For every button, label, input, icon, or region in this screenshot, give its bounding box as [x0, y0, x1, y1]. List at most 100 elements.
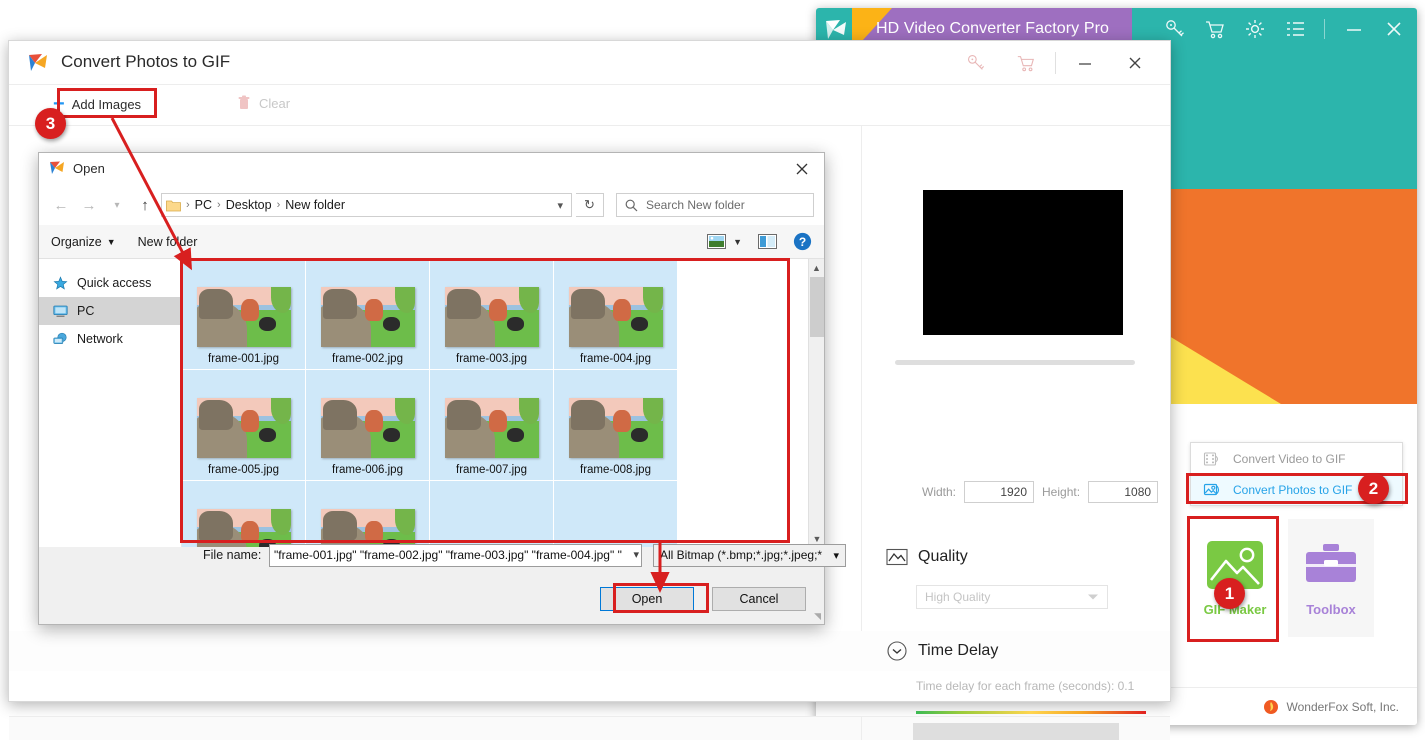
file-item[interactable]	[554, 481, 677, 547]
cart-icon[interactable]	[1204, 18, 1226, 40]
titlebar-separator	[1324, 19, 1325, 39]
width-input[interactable]: 1920	[964, 481, 1035, 503]
footer-copyright: WonderFox Soft, Inc.	[1286, 699, 1400, 714]
new-folder-label: New folder	[137, 234, 198, 249]
breadcrumb[interactable]: › PC › Desktop › New folder ▾	[161, 193, 572, 217]
scrollbar-thumb[interactable]	[810, 277, 824, 337]
cancel-button[interactable]: Cancel	[712, 587, 806, 611]
file-item[interactable]: frame-002.jpg	[306, 259, 429, 369]
sidebar-item-quick-access[interactable]: Quick access	[39, 269, 181, 297]
create-gif-button[interactable]: Create GIF	[913, 722, 1119, 740]
clear-button[interactable]: Clear	[237, 95, 290, 111]
time-delay-heading: Time Delay	[918, 642, 999, 659]
file-name-label: frame-004.jpg	[580, 353, 651, 365]
sidebar-item-pc[interactable]: PC	[39, 297, 181, 325]
quality-select[interactable]: High Quality	[916, 585, 1108, 609]
breadcrumb-item-new-folder[interactable]: New folder	[285, 198, 345, 212]
chevron-down-icon: ▼	[106, 236, 116, 247]
search-input[interactable]: Search New folder	[616, 193, 814, 217]
file-item[interactable]: frame-001.jpg	[182, 259, 305, 369]
organize-button[interactable]: Organize ▼	[51, 235, 116, 249]
clear-label: Clear	[259, 95, 291, 111]
preview-slider[interactable]	[895, 360, 1135, 365]
file-thumbnail	[568, 398, 663, 458]
preview-pane-icon[interactable]	[758, 234, 777, 249]
open-button[interactable]: Open	[600, 587, 694, 611]
help-icon[interactable]: ?	[793, 232, 812, 251]
app-logo-icon	[50, 161, 64, 174]
file-list[interactable]: frame-001.jpg frame-002.jpg frame-003.jpg f…	[182, 259, 824, 547]
up-icon[interactable]: ↑	[133, 193, 157, 217]
back-icon[interactable]: ←	[49, 193, 73, 217]
organize-label: Organize	[51, 234, 102, 249]
key-icon[interactable]	[1164, 18, 1186, 40]
network-icon	[53, 332, 67, 344]
recent-locations-icon[interactable]: ▾	[105, 193, 129, 217]
svg-text:?: ?	[799, 235, 806, 249]
chevron-down-icon[interactable]: ▾	[633, 548, 639, 561]
add-images-label: Add Images	[71, 96, 142, 112]
file-list-scrollbar[interactable]: ▲ ▼	[808, 259, 824, 547]
breadcrumb-item-pc[interactable]: PC	[195, 198, 212, 212]
file-item[interactable]: frame-008.jpg	[554, 370, 677, 480]
clock-chevron-icon	[887, 641, 907, 661]
file-item[interactable]	[430, 481, 553, 547]
app-logo-icon	[29, 54, 47, 71]
file-item[interactable]: frame-006.jpg	[306, 370, 429, 480]
time-delay-section-header: Time Delay	[886, 640, 998, 662]
file-name-input[interactable]: "frame-001.jpg" "frame-002.jpg" "frame-0…	[269, 543, 642, 567]
file-type-select[interactable]: All Bitmap (*.bmp;*.jpg;*.jpeg;* ▾	[653, 543, 846, 567]
file-name-label: File name:	[203, 548, 262, 562]
scroll-up-icon[interactable]: ▲	[809, 259, 824, 276]
file-thumbnail	[568, 287, 663, 347]
close-dialog-button[interactable]	[780, 153, 824, 185]
resize-grip[interactable]: ◥	[814, 611, 821, 622]
minimize-button[interactable]	[1060, 41, 1110, 85]
file-item[interactable]: frame-005.jpg	[182, 370, 305, 480]
gear-icon[interactable]	[1244, 18, 1266, 40]
time-delay-slider[interactable]	[916, 711, 1146, 714]
minimize-icon[interactable]	[1343, 18, 1365, 40]
view-icon[interactable]	[707, 234, 727, 249]
file-item[interactable]: frame-010.jpg	[306, 481, 429, 547]
width-label: Width:	[922, 485, 957, 499]
monitor-icon	[53, 305, 68, 317]
file-name-label: frame-007.jpg	[456, 464, 527, 476]
photo-icon	[1203, 483, 1220, 495]
add-images-button[interactable]: + Add Images	[53, 94, 141, 114]
file-item[interactable]: frame-004.jpg	[554, 259, 677, 369]
list-icon[interactable]	[1284, 18, 1306, 40]
quality-icon	[886, 548, 908, 566]
file-thumbnail	[444, 398, 539, 458]
file-item[interactable]: frame-007.jpg	[430, 370, 553, 480]
search-placeholder: Search New folder	[646, 198, 745, 212]
new-folder-button[interactable]: New folder	[138, 235, 198, 249]
breadcrumb-item-desktop[interactable]: Desktop	[226, 198, 272, 212]
file-item[interactable]: frame-003.jpg	[430, 259, 553, 369]
mode-convert-video-to-gif[interactable]: Convert Video to GIF	[1191, 443, 1402, 474]
file-thumbnail	[196, 509, 291, 547]
breadcrumb-sep: ›	[276, 199, 281, 211]
main-window-title: HD Video Converter Factory Pro	[876, 20, 1110, 37]
chevron-down-icon[interactable]: ▾	[557, 199, 567, 212]
chevron-down-icon[interactable]: ▼	[733, 237, 742, 247]
breadcrumb-sep: ›	[186, 199, 190, 211]
tile-gif-maker[interactable]: GIF Maker	[1192, 519, 1278, 637]
film-icon	[1203, 451, 1219, 466]
sidebar-item-network[interactable]: Network	[39, 325, 181, 353]
view-options-group: ▼ ?	[707, 232, 812, 251]
gif-window-controls	[951, 41, 1160, 85]
cart-icon[interactable]	[1001, 41, 1051, 85]
height-label: Height:	[1042, 485, 1081, 499]
close-icon[interactable]	[1383, 18, 1405, 40]
height-input[interactable]: 1080	[1088, 481, 1159, 503]
dialog-button-row: Open Cancel	[600, 587, 806, 611]
chevron-down-icon	[1088, 594, 1098, 600]
key-icon[interactable]	[951, 41, 1001, 85]
tile-toolbox[interactable]: Toolbox	[1288, 519, 1374, 637]
refresh-icon[interactable]: ↻	[576, 193, 604, 217]
forward-icon[interactable]: →	[77, 193, 101, 217]
close-button[interactable]	[1110, 41, 1160, 85]
open-dialog-main: Quick access PC Network frame-001.jpg fr…	[39, 259, 824, 547]
file-item[interactable]: frame-009.jpg	[182, 481, 305, 547]
